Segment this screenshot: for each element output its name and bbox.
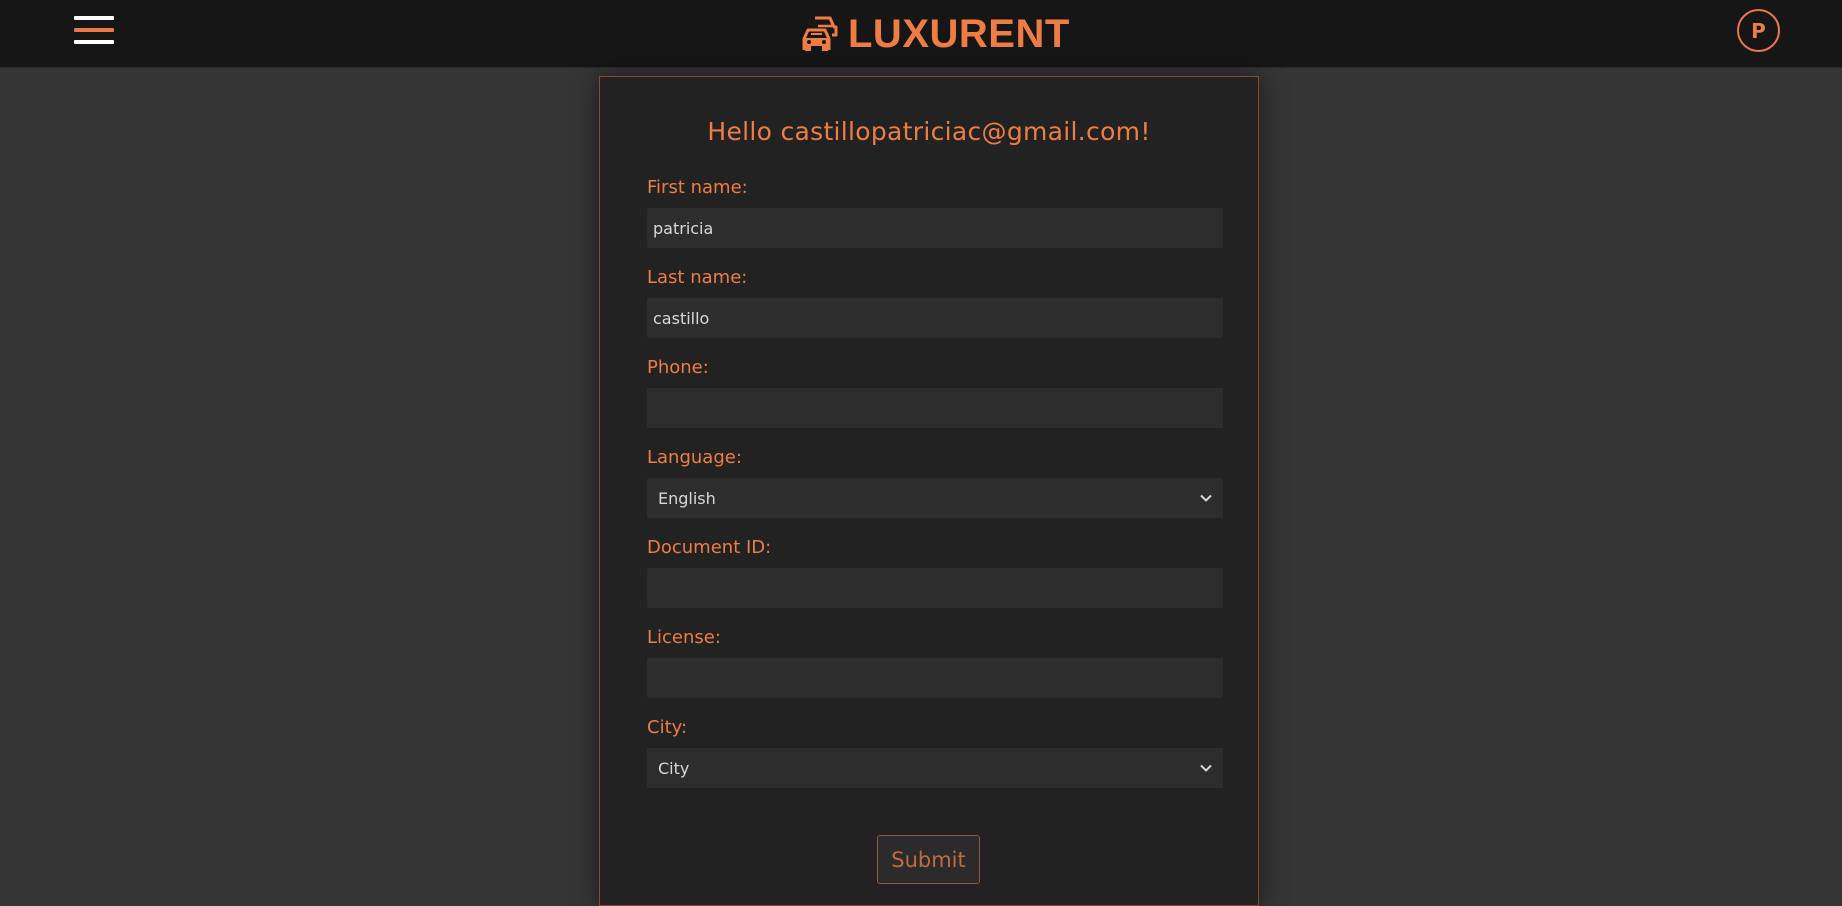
chevron-down-icon bbox=[1200, 494, 1212, 502]
city-select[interactable]: City bbox=[647, 748, 1223, 788]
license-input[interactable] bbox=[647, 658, 1223, 698]
phone-label: Phone: bbox=[647, 357, 709, 378]
language-selected-value: English bbox=[658, 488, 716, 508]
brand-logo[interactable]: LUXURENT bbox=[800, 12, 1070, 56]
greeting-heading: Hello castillopatriciac@gmail.com! bbox=[707, 117, 1151, 146]
hamburger-line bbox=[74, 28, 114, 32]
top-navbar: LUXURENT P bbox=[0, 0, 1842, 68]
language-select[interactable]: English bbox=[647, 478, 1223, 518]
last-name-label: Last name: bbox=[647, 267, 748, 288]
document-id-label: Document ID: bbox=[647, 537, 772, 558]
cars-icon bbox=[802, 16, 838, 51]
document-id-input[interactable] bbox=[647, 568, 1223, 608]
first-name-input[interactable] bbox=[647, 208, 1223, 248]
language-label: Language: bbox=[647, 447, 742, 468]
city-label: City: bbox=[647, 717, 688, 738]
chevron-down-icon bbox=[1200, 764, 1212, 772]
last-name-input[interactable] bbox=[647, 298, 1223, 338]
user-avatar-button[interactable]: P bbox=[1737, 9, 1780, 52]
hamburger-menu-icon[interactable] bbox=[74, 16, 114, 46]
hamburger-line bbox=[74, 40, 114, 44]
hamburger-line bbox=[74, 16, 114, 20]
profile-form-card: Hello castillopatriciac@gmail.com! First… bbox=[599, 76, 1259, 906]
license-label: License: bbox=[647, 627, 721, 648]
city-selected-value: City bbox=[658, 758, 690, 778]
brand-name: LUXURENT bbox=[848, 12, 1070, 56]
first-name-label: First name: bbox=[647, 177, 748, 198]
phone-input[interactable] bbox=[647, 388, 1223, 428]
submit-button[interactable]: Submit bbox=[877, 835, 980, 884]
